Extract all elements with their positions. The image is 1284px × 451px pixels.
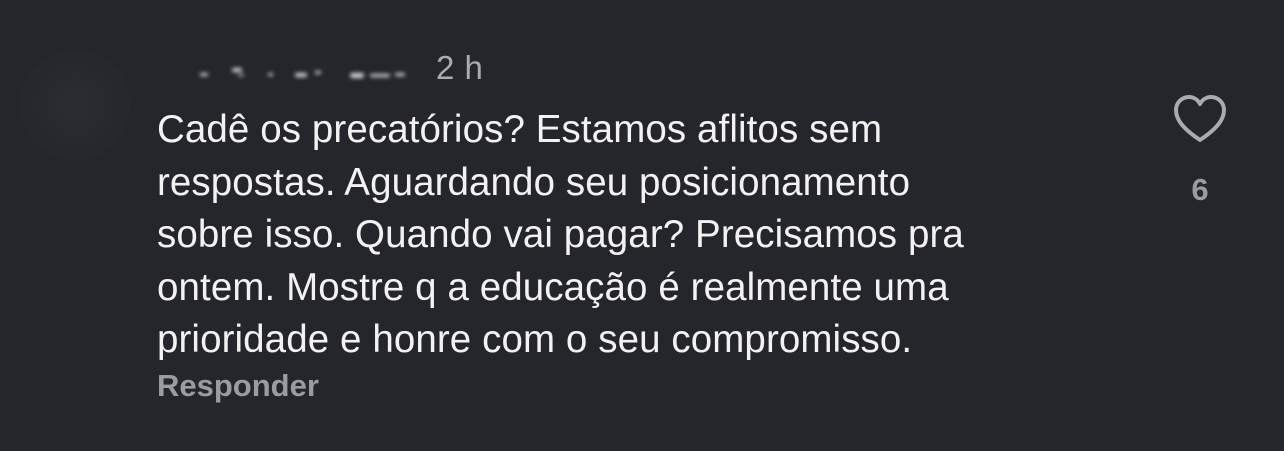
- username-redacted: [140, 40, 425, 100]
- comment-text: Cadê os precatórios? Estamos aflitos sem…: [157, 108, 964, 361]
- avatar[interactable]: [20, 50, 130, 160]
- like-count: 6: [1191, 172, 1209, 207]
- reply-button[interactable]: Responder: [157, 366, 319, 406]
- heart-outline-icon: [1174, 95, 1226, 142]
- like-button[interactable]: [1170, 92, 1230, 146]
- comment-timestamp: 2 h: [436, 49, 484, 86]
- comment: 2 h Cadê os precatórios? Estamos aflitos…: [0, 0, 1284, 451]
